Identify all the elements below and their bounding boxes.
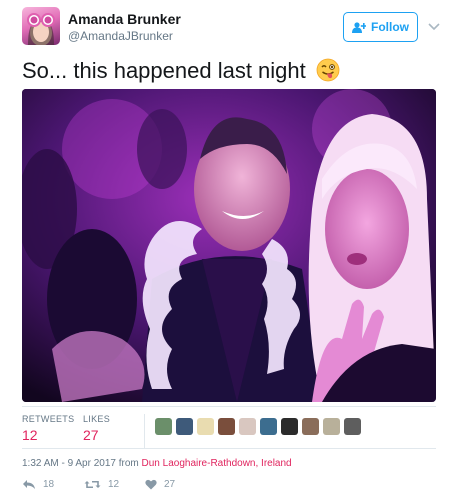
tweet-actions: 18 12 27	[22, 479, 436, 495]
reply-button[interactable]: 18	[22, 479, 54, 490]
liker-avatar[interactable]	[155, 418, 172, 435]
screen-name[interactable]: @AmandaJBrunker	[68, 28, 181, 44]
likes-stat[interactable]: LIKES 27	[83, 414, 110, 443]
avatar-photo	[27, 13, 55, 45]
like-button[interactable]: 27	[145, 479, 175, 490]
liker-avatar[interactable]	[281, 418, 298, 435]
tweet-stats: RETWEETS 12 LIKES 27	[22, 412, 436, 452]
tweet-metadata: 1:32 AM - 9 Apr 2017 from Dun Laoghaire-…	[22, 458, 292, 469]
liker-avatar[interactable]	[197, 418, 214, 435]
heart-icon	[145, 479, 157, 490]
retweet-count: 12	[108, 479, 120, 490]
follow-button[interactable]: Follow	[343, 12, 418, 42]
party-photo	[22, 89, 436, 402]
liker-avatar[interactable]	[239, 418, 256, 435]
divider	[22, 406, 436, 407]
chevron-down-icon[interactable]	[427, 19, 441, 33]
reply-icon	[23, 480, 35, 489]
retweets-label: RETWEETS	[22, 414, 75, 424]
divider	[22, 448, 436, 449]
timestamp[interactable]: 1:32 AM - 9 Apr 2017	[22, 458, 116, 469]
retweet-icon	[84, 481, 101, 488]
retweets-stat[interactable]: RETWEETS 12	[22, 414, 74, 443]
retweet-button[interactable]: 12	[84, 479, 119, 490]
winking-face-with-tongue-icon	[316, 58, 340, 82]
likes-label: LIKES	[83, 414, 111, 424]
tweet-header: Amanda Brunker @AmandaJBrunker Follow	[22, 7, 452, 49]
tweet-text-body: So... this happened last night	[22, 58, 306, 83]
like-count: 27	[164, 479, 176, 490]
tweet-photo[interactable]	[22, 89, 436, 402]
follow-button-label: Follow	[371, 20, 409, 34]
liker-avatar[interactable]	[260, 418, 277, 435]
display-name[interactable]: Amanda Brunker	[68, 10, 181, 28]
from-word: from	[118, 458, 139, 469]
likes-value: 27	[83, 427, 99, 443]
stats-divider	[144, 414, 145, 448]
user-names: Amanda Brunker @AmandaJBrunker	[68, 10, 181, 44]
liker-avatar[interactable]	[218, 418, 235, 435]
retweets-value: 12	[22, 427, 38, 443]
avatar[interactable]	[22, 7, 60, 45]
liker-avatar[interactable]	[302, 418, 319, 435]
reply-count: 18	[43, 479, 55, 490]
add-user-icon	[352, 21, 366, 33]
tweet-text: So... this happened last night	[22, 57, 340, 85]
location-link[interactable]: Dun Laoghaire-Rathdown, Ireland	[142, 458, 292, 469]
liker-avatar[interactable]	[176, 418, 193, 435]
liker-avatar[interactable]	[323, 418, 340, 435]
liker-avatar[interactable]	[344, 418, 361, 435]
